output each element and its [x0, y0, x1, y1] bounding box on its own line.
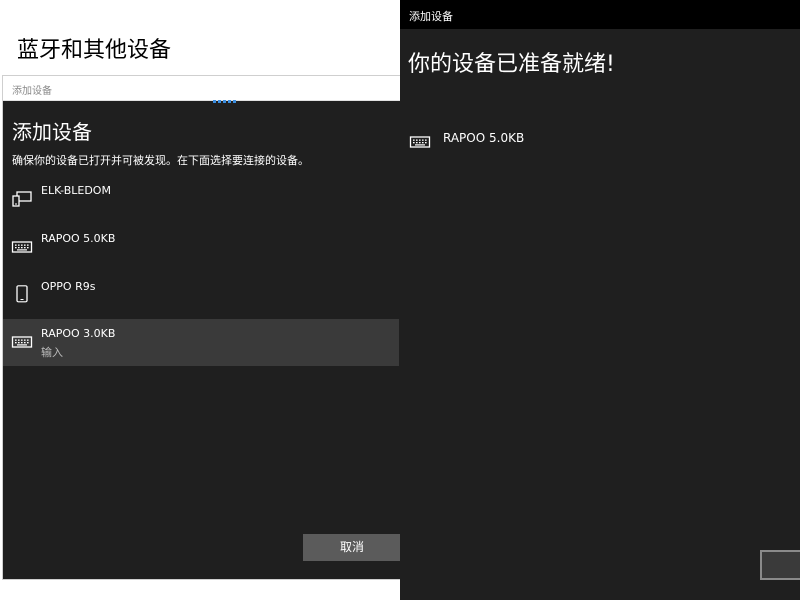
phone-icon [16, 285, 28, 303]
device-item-elk-bledom[interactable]: ELK-BLEDOM [3, 176, 399, 223]
device-type-label: 输入 [41, 346, 63, 359]
keyboard-icon [11, 336, 33, 348]
display-icon [12, 191, 32, 207]
device-item-oppo-r9s[interactable]: OPPO R9s [3, 272, 399, 319]
searching-progress-indicator [213, 100, 236, 103]
dialog-titlebar[interactable]: 添加设备 [400, 0, 800, 29]
page-title: 蓝牙和其他设备 [17, 38, 172, 63]
dialog-window-title: 添加设备 [409, 10, 453, 23]
settings-window: 蓝牙和其他设备 添加设备 添加设备 确保你的设备已打开并可被发现。在下面选择要连… [0, 0, 400, 600]
keyboard-icon [11, 241, 33, 253]
device-item-rapoo-5kb[interactable]: RAPOO 5.0KB [3, 224, 399, 271]
device-item-rapoo-3kb[interactable]: RAPOO 3.0KB 输入 [3, 319, 399, 366]
device-name: OPPO R9s [41, 280, 96, 293]
dialog-heading: 添加设备 [12, 120, 92, 144]
cancel-button[interactable]: 取消 [303, 534, 400, 561]
dialog-titlebar[interactable]: 添加设备 [3, 76, 400, 101]
dialog-window-title: 添加设备 [12, 86, 52, 97]
ready-heading: 你的设备已准备就绪! [408, 52, 615, 77]
add-device-dialog: 添加设备 添加设备 确保你的设备已打开并可被发现。在下面选择要连接的设备。 EL… [2, 75, 400, 580]
device-name: RAPOO 3.0KB [41, 327, 116, 340]
dialog-instruction: 确保你的设备已打开并可被发现。在下面选择要连接的设备。 [12, 154, 309, 167]
device-name: ELK-BLEDOM [41, 184, 111, 197]
device-name: RAPOO 5.0KB [443, 131, 525, 145]
device-name: RAPOO 5.0KB [41, 232, 116, 245]
device-ready-dialog: 添加设备 你的设备已准备就绪! RAPOO 5.0KB [400, 0, 800, 600]
connected-device-item: RAPOO 5.0KB [400, 124, 800, 158]
done-button[interactable] [760, 550, 800, 580]
keyboard-icon [409, 136, 431, 148]
